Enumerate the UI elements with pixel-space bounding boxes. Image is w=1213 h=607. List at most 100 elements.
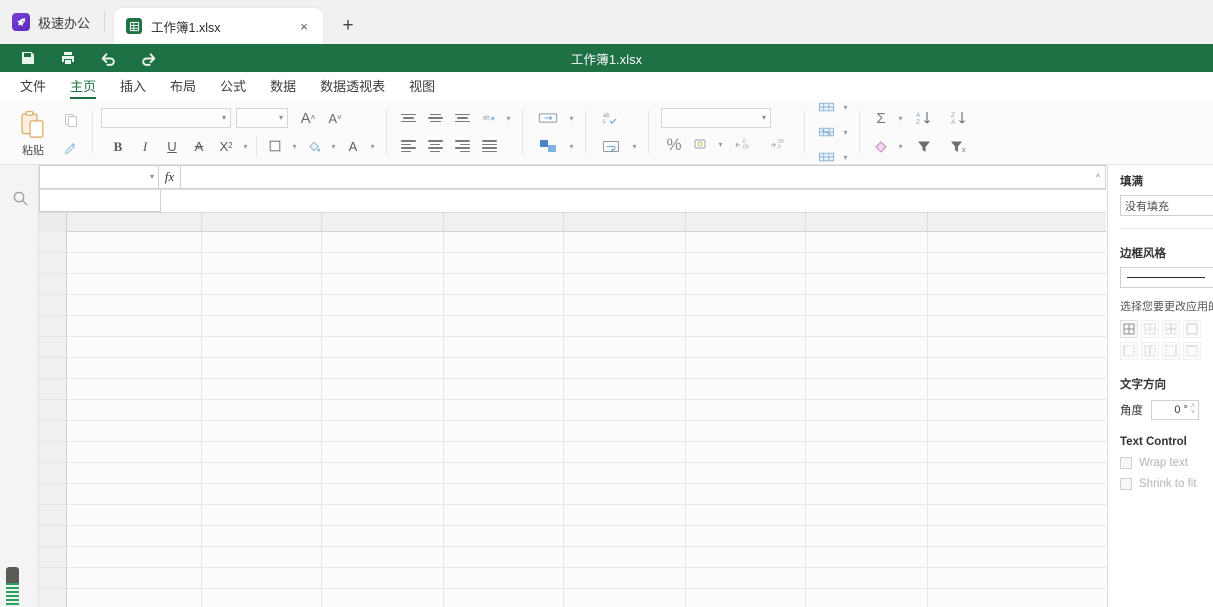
sheet-cell[interactable] [806, 568, 928, 589]
fill-color-button[interactable] [301, 134, 327, 158]
sheet-cell[interactable] [444, 547, 564, 568]
sheet-cell[interactable] [444, 337, 564, 358]
row-header[interactable] [39, 274, 67, 295]
sheet-cell[interactable] [202, 337, 322, 358]
font-size-input[interactable]: ▾ [236, 108, 288, 128]
sheet-cell[interactable] [67, 337, 202, 358]
align-center-button[interactable] [422, 134, 448, 158]
sheet-cell[interactable] [564, 505, 686, 526]
sheet-cell[interactable] [444, 253, 564, 274]
sheet-cell[interactable] [322, 421, 444, 442]
sheet-cell[interactable] [928, 358, 1106, 379]
sheet-cell[interactable] [928, 547, 1106, 568]
outline-border-icon[interactable] [1183, 320, 1201, 338]
decrease-decimal-button[interactable]: .00.0 [762, 132, 796, 156]
sheet-cell[interactable] [202, 421, 322, 442]
sheet-cell[interactable] [67, 295, 202, 316]
chevron-down-icon[interactable]: ▾ [715, 132, 726, 156]
column-header[interactable] [202, 213, 322, 232]
chevron-down-icon[interactable]: ▾ [240, 134, 251, 158]
tab-formula[interactable]: 公式 [208, 72, 258, 99]
sheet-cell[interactable] [322, 274, 444, 295]
sheet-cell[interactable] [806, 463, 928, 484]
fill-select[interactable]: 没有填充 [1120, 195, 1213, 216]
column-header[interactable] [444, 213, 564, 232]
increase-decimal-button[interactable]: .0.00 [727, 132, 761, 156]
sheet-cell[interactable] [322, 547, 444, 568]
sheet-cell[interactable] [928, 337, 1106, 358]
sheet-cell[interactable] [322, 358, 444, 379]
sheet-cell[interactable] [928, 421, 1106, 442]
tab-insert[interactable]: 插入 [108, 72, 158, 99]
sheet-cell[interactable] [202, 505, 322, 526]
sheet-cell[interactable] [928, 295, 1106, 316]
sort-descending-button[interactable]: ZA [942, 106, 976, 130]
sheet-cell[interactable] [806, 526, 928, 547]
sheet-cell[interactable] [67, 421, 202, 442]
sheet-cell[interactable] [202, 295, 322, 316]
row-header[interactable] [39, 526, 67, 547]
chevron-up-icon[interactable]: ^ [1090, 170, 1106, 184]
sheet-cell[interactable] [564, 421, 686, 442]
sheet-cell[interactable] [928, 442, 1106, 463]
sheet-cell[interactable] [67, 232, 202, 253]
sheet-cell[interactable] [928, 400, 1106, 421]
column-header[interactable] [686, 213, 806, 232]
sheet-cell[interactable] [564, 253, 686, 274]
name-box[interactable]: ▾ [39, 165, 159, 189]
percent-style-button[interactable]: % [661, 132, 687, 156]
align-bottom-button[interactable] [449, 106, 475, 130]
row-header[interactable] [39, 295, 67, 316]
sheet-cell[interactable] [928, 484, 1106, 505]
sheet-cell[interactable] [322, 589, 444, 607]
sheet-cell[interactable] [686, 589, 806, 607]
sheet-cell[interactable] [806, 253, 928, 274]
sheet-cell[interactable] [564, 379, 686, 400]
row-header[interactable] [39, 421, 67, 442]
sheet-cell[interactable] [806, 232, 928, 253]
sheet-cell[interactable] [67, 379, 202, 400]
clear-filter-button[interactable]: x [942, 134, 976, 158]
sheet-cell[interactable] [202, 379, 322, 400]
sheet-cell[interactable] [564, 547, 686, 568]
stepper-arrows-icon[interactable]: ˄ ˅ [1191, 403, 1195, 416]
border-style-select[interactable]: ▾ [1120, 267, 1213, 288]
sheet-cell[interactable] [686, 337, 806, 358]
row-header[interactable] [39, 505, 67, 526]
sheet-cell[interactable] [686, 568, 806, 589]
sheet-cell[interactable] [928, 526, 1106, 547]
tab-file[interactable]: 文件 [8, 72, 58, 99]
sheet-cell[interactable] [322, 316, 444, 337]
column-header[interactable] [564, 213, 686, 232]
sheet-cell[interactable] [67, 316, 202, 337]
spell-check-button[interactable]: ab c [594, 106, 628, 130]
sheet-cell[interactable] [444, 274, 564, 295]
sheet-cell[interactable] [202, 232, 322, 253]
column-header[interactable] [806, 213, 928, 232]
sheet-cell[interactable] [322, 253, 444, 274]
sheet-cell[interactable] [67, 358, 202, 379]
align-left-button[interactable] [395, 134, 421, 158]
left-border-icon[interactable] [1120, 342, 1138, 360]
chevron-down-icon[interactable]: ▾ [895, 134, 906, 158]
chevron-down-icon[interactable]: ▾ [895, 106, 906, 130]
chevron-down-icon[interactable]: ▾ [840, 120, 851, 144]
sheet-cell[interactable] [806, 358, 928, 379]
row-header[interactable] [39, 442, 67, 463]
right-border-icon[interactable] [1162, 342, 1180, 360]
sheet-cell[interactable] [806, 295, 928, 316]
row-header[interactable] [39, 358, 67, 379]
sheet-cell[interactable] [564, 442, 686, 463]
sheet-cell[interactable] [67, 400, 202, 421]
sheet-cell[interactable] [202, 484, 322, 505]
sheet-cell[interactable] [686, 232, 806, 253]
text-orientation-button[interactable]: ab [476, 106, 502, 130]
sheet-cell[interactable] [444, 568, 564, 589]
sheet-cell[interactable] [322, 295, 444, 316]
sheet-cell[interactable] [322, 400, 444, 421]
font-name-input[interactable]: ▾ [101, 108, 231, 128]
row-header[interactable] [39, 400, 67, 421]
sheet-cell[interactable] [202, 568, 322, 589]
chevron-down-icon[interactable]: ▾ [367, 134, 378, 158]
subscript-button[interactable]: X2 [213, 134, 239, 158]
